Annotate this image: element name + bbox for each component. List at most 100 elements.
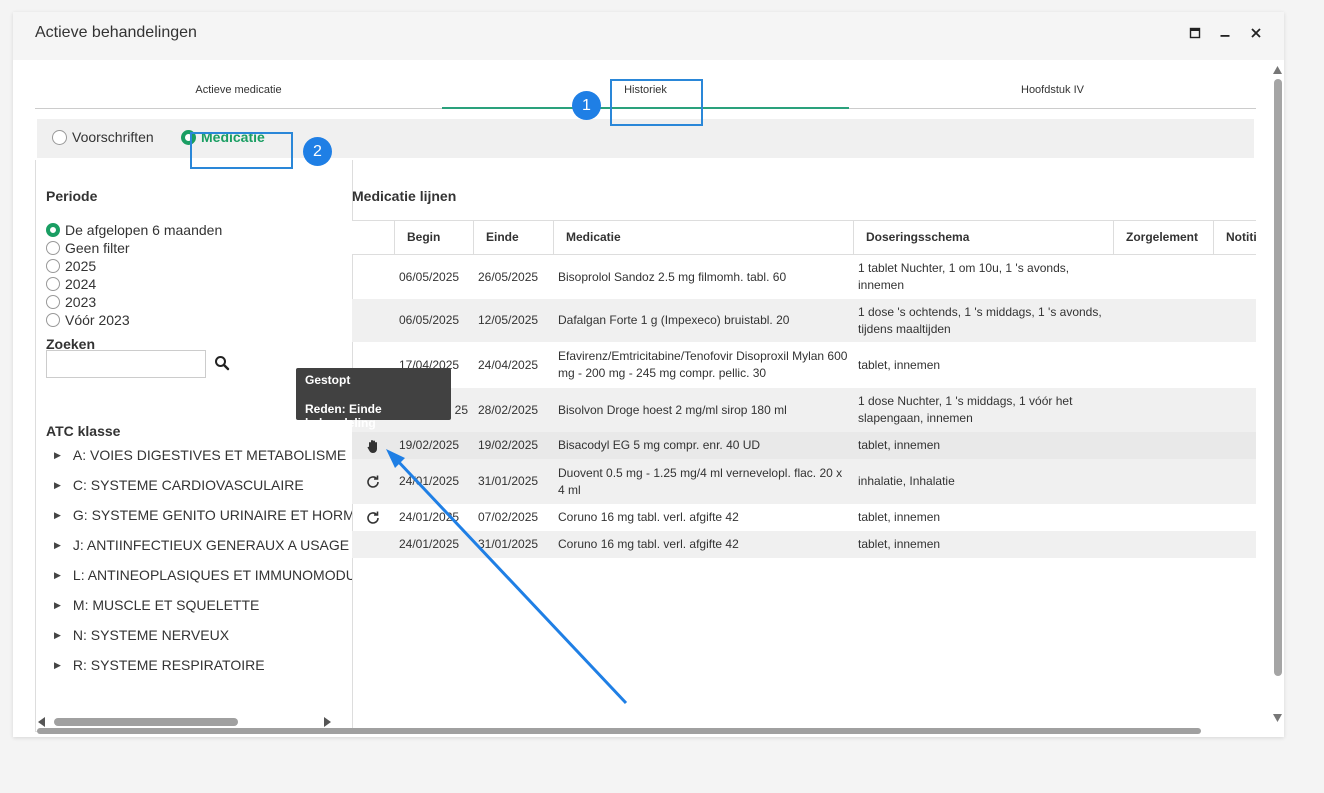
vertical-scrollbar[interactable] [1270, 64, 1284, 734]
cell-medicatie: Efavirenz/Emtricitabine/Tenofovir Disopr… [558, 349, 848, 380]
cell-notitie [1213, 299, 1256, 342]
table-row[interactable]: 24/01/2025 07/02/2025 Coruno 16 mg tabl. v… [352, 504, 1256, 531]
expand-arrow-icon[interactable]: ▶ [54, 450, 61, 461]
table-row[interactable]: 24/01/2025 31/01/2025 Duovent 0.5 mg - 1.2… [352, 459, 1256, 504]
cell-doseringsschema: 1 dose 's ochtends, 1 's middags, 1 's a… [858, 304, 1102, 336]
period-options: De afgelopen 6 maanden Geen filter 2025 … [46, 221, 222, 329]
tab-actieve-medicatie[interactable]: Actieve medicatie [35, 79, 442, 109]
period-option[interactable]: De afgelopen 6 maanden [46, 221, 222, 239]
atc-tree: ▶ A: VOIES DIGESTIVES ET METABOLISME ▶ C: … [54, 440, 352, 680]
scroll-down-icon[interactable] [1273, 714, 1282, 722]
period-option[interactable]: 2024 [46, 275, 222, 293]
cell-zorgelement [1113, 432, 1213, 459]
cell-medicatie: Coruno 16 mg tabl. verl. afgifte 42 [558, 537, 739, 551]
cell-medicatie: Coruno 16 mg tabl. verl. afgifte 42 [558, 510, 739, 524]
bottom-horizontal-scrollbar[interactable] [30, 726, 1270, 736]
atc-item-label: C: SYSTEME CARDIOVASCULAIRE [72, 477, 304, 493]
cell-einde: 07/02/2025 [478, 510, 539, 524]
radio-medicatie[interactable]: Medicatie [181, 129, 265, 145]
radio-circle [52, 129, 67, 145]
period-option-label: Geen filter [65, 240, 130, 256]
cell-begin: 24/01/2025 [399, 474, 460, 488]
period-option[interactable]: Vóór 2023 [46, 311, 222, 329]
medication-table: Begin Einde Medicatie Doseringsschema Zo… [352, 220, 1256, 558]
column-header-einde[interactable]: Einde [473, 221, 553, 254]
atc-item-label: A: VOIES DIGESTIVES ET METABOLISME [72, 447, 347, 463]
radio-circle [46, 313, 60, 327]
medication-panel: Medicatie lijnen Begin Einde Medicatie D… [352, 160, 1256, 732]
renew-icon[interactable] [352, 459, 394, 504]
scrollbar-thumb[interactable] [37, 728, 1201, 734]
expand-arrow-icon[interactable]: ▶ [54, 660, 61, 671]
radio-circle-selected [46, 223, 60, 237]
radio-circle [46, 277, 60, 291]
table-row[interactable]: 06/05/2025 12/05/2025 Dafalgan Forte 1 g (… [352, 299, 1256, 342]
table-row[interactable]: 17/04/2025 24/04/2025 Efavirenz/Emtricitab… [352, 342, 1256, 388]
cell-doseringsschema: inhalatie, Inhalatie [858, 474, 955, 488]
atc-item-label: R: SYSTEME RESPIRATOIRE [72, 657, 265, 673]
row-icon-cell [352, 255, 394, 299]
table-row[interactable]: 24/01/2025 31/01/2025 Coruno 16 mg tabl. v… [352, 531, 1256, 558]
table-row[interactable]: 25 28/02/2025 Bisolvon Droge hoest 2 mg/ml… [352, 388, 1256, 432]
scrollbar-thumb[interactable] [1274, 79, 1282, 676]
period-option-label: 2023 [65, 294, 97, 310]
title-bar: Actieve behandelingen [13, 12, 1284, 60]
expand-arrow-icon[interactable]: ▶ [54, 570, 61, 581]
column-header-notitie[interactable]: Notitie [1213, 221, 1256, 254]
atc-tree-item[interactable]: ▶ N: SYSTEME NERVEUX [54, 620, 352, 650]
atc-tree-item[interactable]: ▶ M: MUSCLE ET SQUELETTE [54, 590, 352, 620]
radio-voorschriften[interactable]: Voorschriften [52, 129, 154, 145]
table-row[interactable]: 06/05/2025 26/05/2025 Bisoprolol Sandoz 2.… [352, 255, 1256, 299]
close-icon[interactable] [1248, 26, 1264, 42]
atc-tree-item[interactable]: ▶ R: SYSTEME RESPIRATOIRE [54, 650, 352, 680]
period-option[interactable]: Geen filter [46, 239, 222, 257]
tab-historiek[interactable]: Historiek [442, 79, 849, 109]
period-option[interactable]: 2025 [46, 257, 222, 275]
cell-zorgelement [1113, 531, 1213, 558]
expand-arrow-icon[interactable]: ▶ [54, 600, 61, 611]
atc-tree-item[interactable]: ▶ J: ANTIINFECTIEUX GENERAUX A USAGE SYST… [54, 530, 352, 560]
status-tooltip: Gestopt Reden: Einde behandeling [296, 368, 451, 430]
cell-medicatie: Bisacodyl EG 5 mg compr. enr. 40 UD [558, 438, 761, 452]
expand-arrow-icon[interactable]: ▶ [54, 510, 61, 521]
row-icon-cell [352, 299, 394, 342]
search-icon[interactable] [214, 355, 232, 373]
column-header-zorgelement[interactable]: Zorgelement [1113, 221, 1213, 254]
cell-notitie [1213, 255, 1256, 299]
cell-zorgelement [1113, 299, 1213, 342]
radio-circle-selected [181, 129, 196, 145]
minimize-icon[interactable] [1217, 26, 1233, 42]
scrollbar-thumb[interactable] [54, 718, 238, 726]
cell-zorgelement [1113, 459, 1213, 504]
cell-medicatie: Duovent 0.5 mg - 1.25 mg/4 ml vernevelop… [558, 465, 843, 497]
cell-einde: 26/05/2025 [478, 269, 539, 284]
expand-arrow-icon[interactable]: ▶ [54, 480, 61, 491]
table-row[interactable]: 19/02/2025 19/02/2025 Bisacodyl EG 5 mg co… [352, 432, 1256, 459]
stopped-hand-icon[interactable] [352, 432, 394, 459]
radio-circle [46, 295, 60, 309]
cell-zorgelement [1113, 342, 1213, 388]
atc-tree-item[interactable]: ▶ L: ANTINEOPLASIQUES ET IMMUNOMODULATEUR… [54, 560, 352, 590]
renew-icon[interactable] [352, 504, 394, 531]
column-header-begin[interactable]: Begin [394, 221, 473, 254]
period-option[interactable]: 2023 [46, 293, 222, 311]
column-header-medicatie[interactable]: Medicatie [553, 221, 853, 254]
scroll-up-icon[interactable] [1273, 66, 1282, 74]
cell-doseringsschema: tablet, innemen [858, 537, 941, 551]
atc-tree-item[interactable]: ▶ A: VOIES DIGESTIVES ET METABOLISME [54, 440, 352, 470]
tab-hoofdstuk-iv[interactable]: Hoofdstuk IV [849, 79, 1256, 109]
maximize-icon[interactable] [1187, 26, 1203, 42]
atc-tree-item[interactable]: ▶ G: SYSTEME GENITO URINAIRE ET HORMONES … [54, 500, 352, 530]
cell-einde: 28/02/2025 [478, 402, 539, 417]
search-input[interactable] [46, 350, 206, 378]
period-option-label: 2025 [65, 258, 97, 274]
atc-tree-item[interactable]: ▶ C: SYSTEME CARDIOVASCULAIRE [54, 470, 352, 500]
cell-notitie [1213, 459, 1256, 504]
column-header-icon [352, 221, 394, 254]
expand-arrow-icon[interactable]: ▶ [54, 630, 61, 641]
column-header-doseringsschema[interactable]: Doseringsschema [853, 221, 1113, 254]
filter-panel: Periode De afgelopen 6 maanden Geen filt… [35, 160, 353, 732]
expand-arrow-icon[interactable]: ▶ [54, 540, 61, 551]
annotation-badge: 1 [572, 91, 601, 120]
row-icon-cell [352, 531, 394, 558]
